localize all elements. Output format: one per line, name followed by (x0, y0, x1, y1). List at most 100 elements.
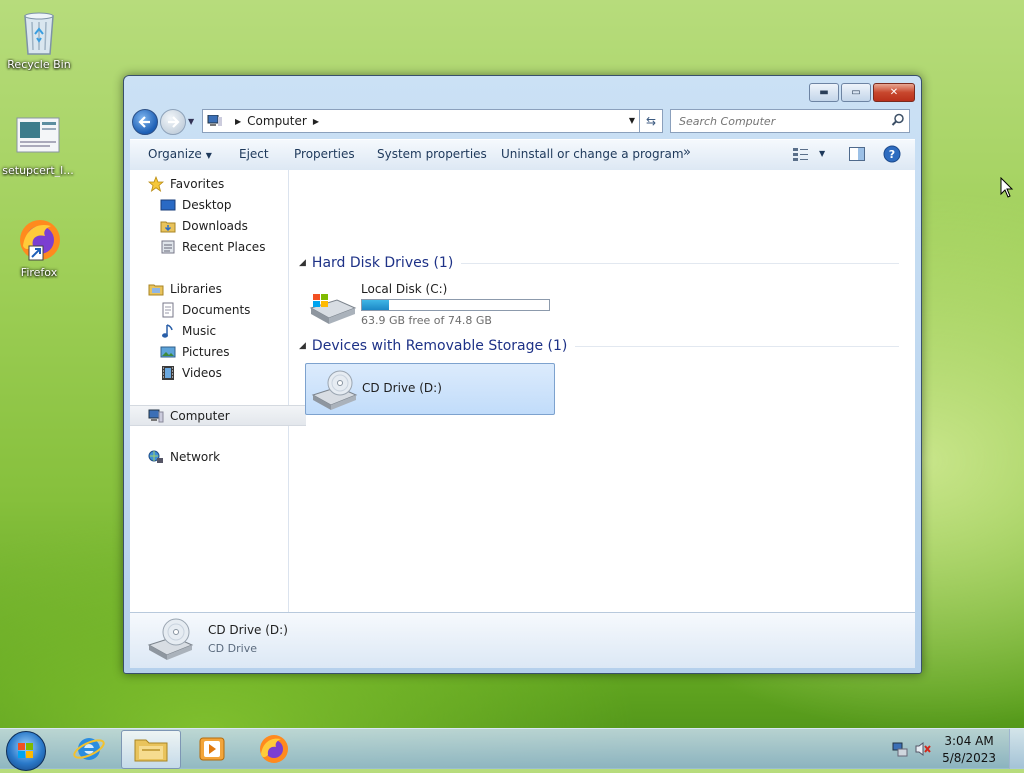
collapse-triangle-icon[interactable]: ◢ (299, 341, 306, 351)
clock-date: 5/8/2023 (942, 751, 996, 765)
drive-usage-fill (362, 300, 390, 310)
desktop-icon-label: Recycle Bin (7, 58, 71, 71)
internet-explorer-icon (73, 738, 105, 760)
nav-label: Recent Places (182, 240, 266, 254)
network-status-icon[interactable] (892, 741, 908, 760)
navigation-pane[interactable]: Favorites Desktop Downloads Recent Place… (130, 170, 306, 612)
address-bar[interactable]: ▶ Computer ▶ ▼ (202, 109, 640, 133)
computer-icon (148, 408, 164, 424)
firefox-icon (260, 735, 288, 763)
organize-button[interactable]: Organize ▼ (148, 147, 212, 161)
uninstall-program-button[interactable]: Uninstall or change a program (501, 147, 684, 161)
command-bar: Organize ▼ Eject Properties System proper… (130, 139, 915, 171)
show-desktop-button[interactable] (1009, 729, 1024, 769)
start-button[interactable] (6, 731, 46, 771)
back-button[interactable] (132, 109, 158, 135)
music-note-icon (160, 323, 176, 339)
recycle-bin-icon (15, 8, 63, 56)
recent-places-icon (160, 239, 176, 255)
nav-item-computer[interactable]: Computer (130, 405, 306, 426)
maximize-button[interactable]: ▭ (841, 83, 871, 102)
media-player-icon (199, 737, 225, 761)
nav-label: Music (182, 324, 217, 338)
arrow-left-icon (138, 116, 150, 128)
nav-label: Videos (182, 366, 222, 380)
drive-item-cd-drive-d[interactable]: CD Drive (D:) (305, 363, 555, 415)
taskbar-media-player[interactable] (183, 730, 241, 767)
star-icon (147, 175, 165, 192)
taskbar-windows-explorer[interactable] (121, 730, 181, 769)
drive-item-local-disk-c[interactable]: Local Disk (C:) 63.9 GB free of 74.8 GB (307, 282, 567, 334)
group-header-removable-storage[interactable]: ◢ Devices with Removable Storage (1) (299, 338, 899, 354)
breadcrumb-separator-icon[interactable]: ▶ (235, 117, 241, 126)
help-button[interactable]: ? (883, 145, 901, 166)
taskbar-internet-explorer[interactable] (60, 730, 118, 767)
change-view-button[interactable] (792, 146, 810, 165)
file-list-pane[interactable]: ◢ Hard Disk Drives (1) Local Disk (C:) 6… (289, 170, 915, 612)
search-input[interactable] (677, 111, 881, 131)
nav-label: Documents (182, 303, 251, 317)
pictures-icon (160, 344, 176, 360)
nav-label: Downloads (182, 219, 248, 233)
recent-pages-dropdown[interactable]: ▼ (188, 117, 194, 126)
desktop-icon-setupcert[interactable]: setupcert_l... (0, 114, 76, 177)
documents-icon (160, 302, 176, 318)
nav-label: Desktop (182, 198, 232, 212)
close-button[interactable]: ✕ (873, 83, 915, 102)
eject-button[interactable]: Eject (239, 147, 269, 161)
refresh-button[interactable]: ⇆ (640, 109, 663, 133)
taskbar-clock[interactable]: 3:04 AM 5/8/2023 (942, 733, 996, 767)
explorer-window[interactable]: ▬ ▭ ✕ ▼ ▶ Computer ▶ ▼ ⇆ Search Computer… (123, 75, 922, 674)
nav-label: Pictures (182, 345, 230, 359)
nav-item-network[interactable]: Network (130, 447, 306, 467)
taskbar: 3:04 AM 5/8/2023 (0, 728, 1024, 771)
drive-free-space: 63.9 GB free of 74.8 GB (361, 314, 492, 327)
help-icon: ? (883, 145, 901, 163)
nav-item-libraries[interactable]: Libraries (130, 279, 306, 299)
document-file-icon (14, 114, 62, 162)
more-commands-button[interactable]: » (683, 145, 691, 160)
properties-button[interactable]: Properties (294, 147, 355, 161)
system-properties-button[interactable]: System properties (377, 147, 487, 161)
group-title: Devices with Removable Storage (1) (311, 338, 568, 354)
minimize-button[interactable]: ▬ (809, 83, 839, 102)
nav-label: Network (170, 450, 221, 464)
network-icon (148, 449, 164, 465)
volume-muted-icon[interactable] (914, 741, 932, 760)
cd-drive-icon (146, 617, 194, 664)
chevron-down-icon: ▼ (205, 151, 212, 160)
nav-item-favorites[interactable]: Favorites (130, 174, 306, 194)
computer-icon (207, 114, 223, 127)
drive-usage-bar (361, 299, 550, 311)
nav-label: Computer (170, 408, 230, 423)
address-dropdown-icon[interactable]: ▼ (629, 116, 635, 125)
breadcrumb-separator-icon[interactable]: ▶ (313, 117, 319, 126)
search-box[interactable] (670, 109, 910, 133)
preview-pane-button[interactable] (848, 146, 866, 165)
desktop-icon-firefox[interactable]: Firefox (1, 216, 77, 279)
downloads-folder-icon (160, 218, 176, 234)
nav-label: Libraries (170, 282, 222, 296)
taskbar-firefox[interactable] (245, 730, 303, 767)
navigation-bar: ▼ ▶ Computer ▶ ▼ ⇆ (130, 107, 915, 135)
mouse-cursor-icon (1000, 176, 1014, 202)
window-caption-buttons: ▬ ▭ ✕ (809, 83, 915, 102)
collapse-triangle-icon[interactable]: ◢ (299, 258, 306, 268)
search-icon[interactable] (891, 113, 905, 130)
desktop-icon-label: setupcert_l... (2, 164, 74, 177)
nav-label: Favorites (170, 177, 225, 191)
view-options-chevron-icon[interactable]: ▼ (819, 149, 825, 158)
hard-drive-windows-icon (307, 292, 357, 329)
group-header-hard-disk[interactable]: ◢ Hard Disk Drives (1) (299, 255, 899, 271)
breadcrumb-computer[interactable]: Computer (247, 114, 307, 128)
cd-drive-icon (310, 369, 358, 414)
firefox-icon (15, 216, 63, 264)
details-pane: CD Drive (D:) CD Drive (130, 612, 915, 668)
desktop-icon-recycle-bin[interactable]: Recycle Bin (1, 8, 77, 71)
view-details-icon (793, 148, 808, 161)
forward-button[interactable] (160, 109, 186, 135)
libraries-icon (148, 281, 164, 297)
desktop-icon-label: Firefox (20, 266, 58, 279)
content-area: Favorites Desktop Downloads Recent Place… (130, 170, 915, 612)
preview-pane-icon (849, 147, 865, 161)
